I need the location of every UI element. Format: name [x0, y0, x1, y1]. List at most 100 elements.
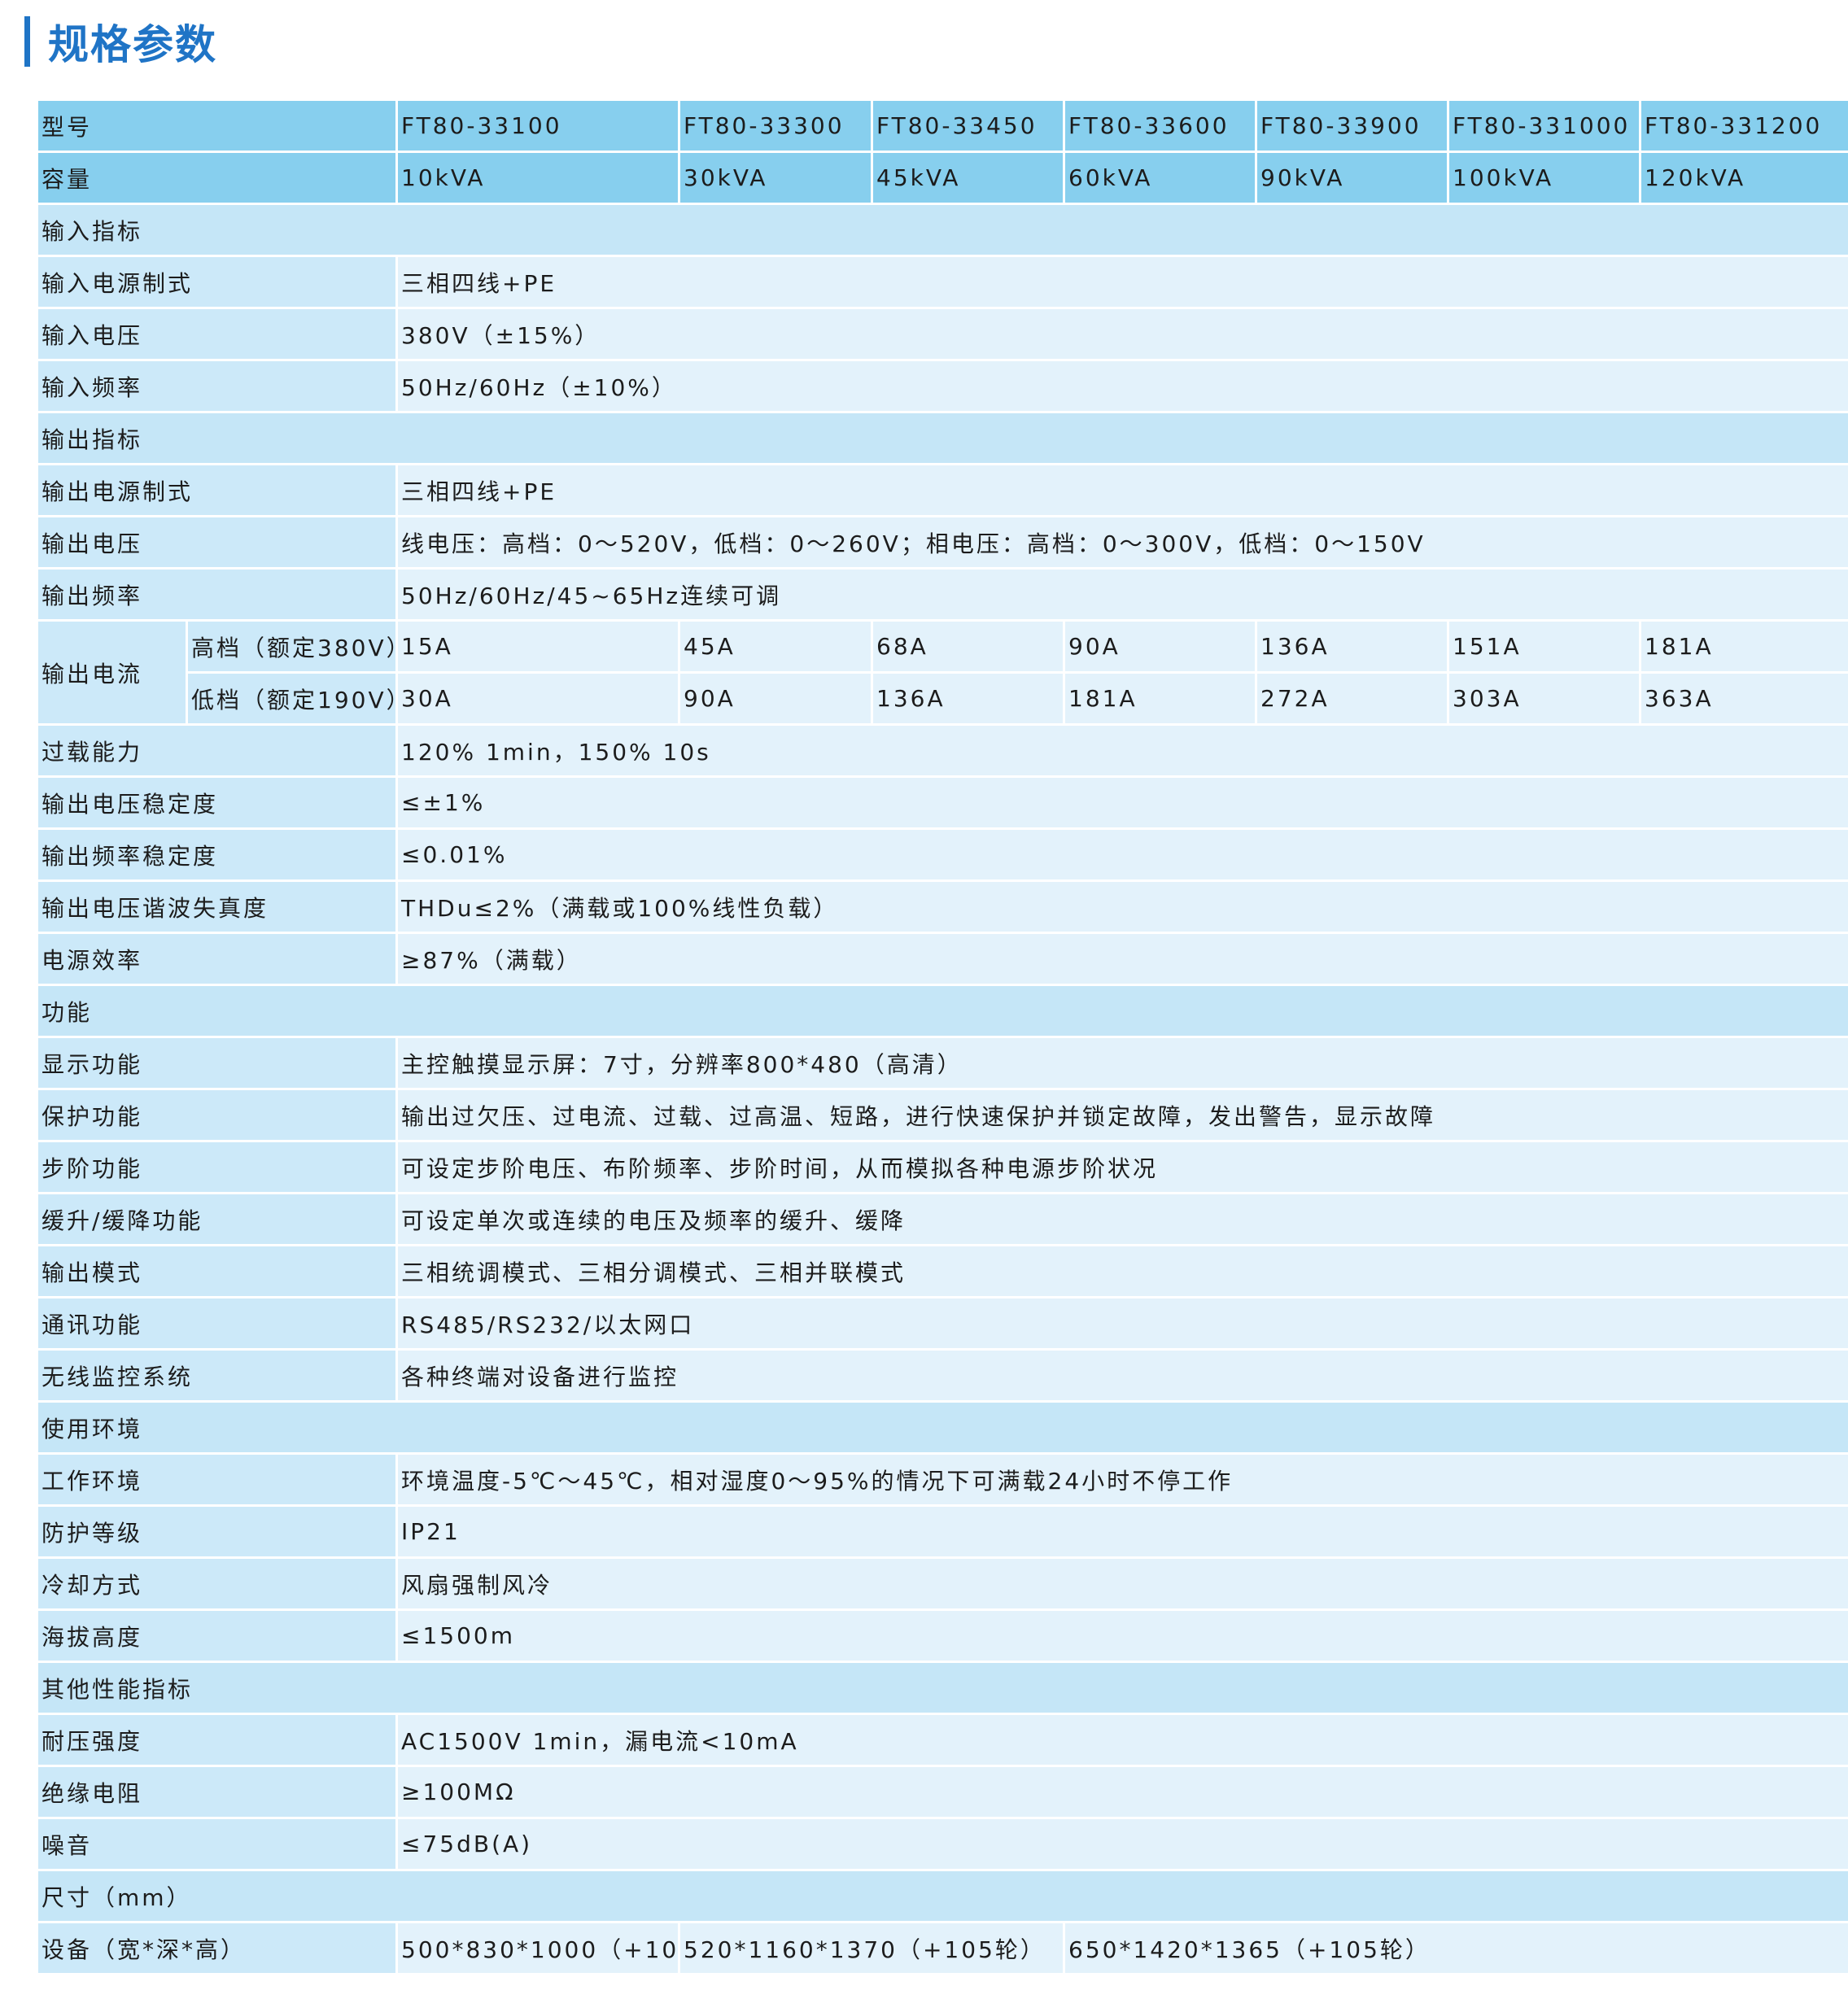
- table-row: 输出电压 线电压：高档：0～520V，低档：0～260V；相电压：高档：0～30…: [35, 515, 1848, 570]
- row-label: 工作环境: [35, 1452, 399, 1507]
- current-cell: 15A: [395, 619, 681, 674]
- row-value: 120% 1min，150% 10s: [395, 723, 1848, 778]
- table-row: 输入电压 380V（±15%）: [35, 307, 1848, 361]
- row-value: ≤75dB(A): [395, 1817, 1848, 1871]
- row-label: 缓升/缓降功能: [35, 1192, 399, 1246]
- row-label: 输出频率稳定度: [35, 827, 399, 882]
- table-row: 过载能力 120% 1min，150% 10s: [35, 723, 1848, 778]
- table-row: 电源效率 ≥87%（满载）: [35, 932, 1848, 986]
- row-value: 线电压：高档：0～520V，低档：0～260V；相电压：高档：0～300V，低档…: [395, 515, 1848, 570]
- row-label: 输出模式: [35, 1244, 399, 1298]
- table-row: 保护功能 输出过欠压、过电流、过载、过高温、短路，进行快速保护并锁定故障，发出警…: [35, 1088, 1848, 1142]
- table-row: 输出模式 三相统调模式、三相分调模式、三相并联模式: [35, 1244, 1848, 1298]
- current-cell: 90A: [1063, 619, 1258, 674]
- current-cell: 30A: [395, 671, 681, 726]
- current-cell: 151A: [1447, 619, 1642, 674]
- current-cell: 45A: [678, 619, 874, 674]
- row-value: THDu≤2%（满载或100%线性负载）: [395, 879, 1848, 934]
- section-title: 输入指标: [35, 203, 1848, 257]
- table-row: 步阶功能 可设定步阶电压、布阶频率、步阶时间，从而模拟各种电源步阶状况: [35, 1140, 1848, 1194]
- table-row: 工作环境 环境温度-5℃～45℃，相对湿度0～95%的情况下可满载24小时不停工…: [35, 1452, 1848, 1507]
- row-label: 设备（宽*深*高）: [35, 1921, 399, 1975]
- row-value: IP21: [395, 1504, 1848, 1559]
- row-value: 三相四线+PE: [395, 255, 1848, 309]
- row-label: 输出电压: [35, 515, 399, 570]
- row-label: 输入频率: [35, 359, 399, 413]
- table-row: 输出频率稳定度 ≤0.01%: [35, 827, 1848, 882]
- table-row: 输出频率 50Hz/60Hz/45~65Hz连续可调: [35, 567, 1848, 622]
- current-cell: 363A: [1639, 671, 1848, 726]
- table-row: 输出电压稳定度 ≤±1%: [35, 775, 1848, 830]
- row-label: 海拔高度: [35, 1608, 399, 1663]
- table-row: 无线监控系统 各种终端对设备进行监控: [35, 1348, 1848, 1403]
- section-title: 输出指标: [35, 411, 1848, 465]
- table-row: 低档（额定190V） 30A 90A 136A 181A 272A 303A 3…: [37, 671, 1848, 726]
- current-high-label: 高档（额定380V）: [185, 619, 399, 674]
- table-row: 缓升/缓降功能 可设定单次或连续的电压及频率的缓升、缓降: [35, 1192, 1848, 1246]
- row-value: ≤1500m: [395, 1608, 1848, 1663]
- section-title: 其他性能指标: [35, 1661, 1848, 1715]
- capacity-row: 容量 10kVA 30kVA 45kVA 60kVA 90kVA 100kVA …: [35, 151, 1848, 205]
- row-value: 输出过欠压、过电流、过载、过高温、短路，进行快速保护并锁定故障，发出警告，显示故…: [395, 1088, 1848, 1142]
- row-value: RS485/RS232/以太网口: [395, 1296, 1848, 1351]
- current-cell: 303A: [1447, 671, 1642, 726]
- table-row: 输出电源制式 三相四线+PE: [35, 463, 1848, 517]
- table-row: 输出电压谐波失真度 THDu≤2%（满载或100%线性负载）: [35, 879, 1848, 934]
- section-title: 使用环境: [35, 1400, 1848, 1455]
- section-title: 功能: [35, 984, 1848, 1038]
- table-row: 设备（宽*深*高） 500*830*1000（+105轮） 520*1160*1…: [35, 1921, 1848, 1975]
- row-value: 风扇强制风冷: [395, 1556, 1848, 1611]
- title-block: 规格参数: [24, 15, 217, 68]
- model-cell: FT80-33900: [1255, 98, 1450, 153]
- capacity-cell: 90kVA: [1255, 151, 1450, 205]
- current-cell: 272A: [1255, 671, 1450, 726]
- row-label: 防护等级: [35, 1504, 399, 1559]
- table-row: 耐压强度 AC1500V 1min，漏电流<10mA: [35, 1713, 1848, 1767]
- row-label: 输出电压稳定度: [35, 775, 399, 830]
- current-cell: 90A: [678, 671, 874, 726]
- row-value: 50Hz/60Hz/45~65Hz连续可调: [395, 567, 1848, 622]
- capacity-cell: 10kVA: [395, 151, 681, 205]
- model-row: 型号 FT80-33100 FT80-33300 FT80-33450 FT80…: [35, 98, 1848, 153]
- capacity-cell: 120kVA: [1639, 151, 1848, 205]
- table-row: 冷却方式 风扇强制风冷: [35, 1556, 1848, 1611]
- title-accent-bar: [24, 16, 30, 67]
- row-value: ≥87%（满载）: [395, 932, 1848, 986]
- table-row: 防护等级 IP21: [35, 1504, 1848, 1559]
- row-label: 输入电压: [35, 307, 399, 361]
- section-row: 使用环境: [35, 1400, 1848, 1455]
- size-cell: 650*1420*1365（+105轮）: [1063, 1921, 1848, 1975]
- current-cell: 181A: [1639, 619, 1848, 674]
- model-label: 型号: [35, 98, 399, 153]
- table-row: 输入电源制式 三相四线+PE: [35, 255, 1848, 309]
- model-cell: FT80-33600: [1063, 98, 1258, 153]
- model-cell: FT80-33300: [678, 98, 874, 153]
- row-value: 环境温度-5℃～45℃，相对湿度0～95%的情况下可满载24小时不停工作: [395, 1452, 1848, 1507]
- row-label: 绝缘电阻: [35, 1765, 399, 1819]
- table-row: 输出电流 高档（额定380V） 15A 45A 68A 90A 136A 151…: [36, 619, 1848, 726]
- section-row: 输出指标: [35, 411, 1848, 465]
- row-value: 50Hz/60Hz（±10%）: [395, 359, 1848, 413]
- table-row: 海拔高度 ≤1500m: [35, 1608, 1848, 1663]
- row-label: 输入电源制式: [35, 255, 399, 309]
- table-row: 噪音 ≤75dB(A): [35, 1817, 1848, 1871]
- current-cell: 136A: [871, 671, 1066, 726]
- spec-table: 型号 FT80-33100 FT80-33300 FT80-33450 FT80…: [35, 98, 1848, 1975]
- current-cell: 68A: [871, 619, 1066, 674]
- table-row: 输入频率 50Hz/60Hz（±10%）: [35, 359, 1848, 413]
- row-value: ≥100MΩ: [395, 1765, 1848, 1819]
- model-cell: FT80-331000: [1447, 98, 1642, 153]
- row-label: 步阶功能: [35, 1140, 399, 1194]
- row-value: 三相统调模式、三相分调模式、三相并联模式: [395, 1244, 1848, 1298]
- capacity-cell: 60kVA: [1063, 151, 1258, 205]
- page-title: 规格参数: [48, 21, 217, 68]
- section-row: 输入指标: [35, 203, 1848, 257]
- row-label: 无线监控系统: [35, 1348, 399, 1403]
- row-value: 主控触摸显示屏：7寸，分辨率800*480（高清）: [395, 1036, 1848, 1090]
- row-label: 输出频率: [35, 567, 399, 622]
- table-row: 显示功能 主控触摸显示屏：7寸，分辨率800*480（高清）: [35, 1036, 1848, 1090]
- row-label: 保护功能: [35, 1088, 399, 1142]
- size-cell: 520*1160*1370（+105轮）: [678, 1921, 1066, 1975]
- row-value: 可设定步阶电压、布阶频率、步阶时间，从而模拟各种电源步阶状况: [395, 1140, 1848, 1194]
- row-value: 各种终端对设备进行监控: [395, 1348, 1848, 1403]
